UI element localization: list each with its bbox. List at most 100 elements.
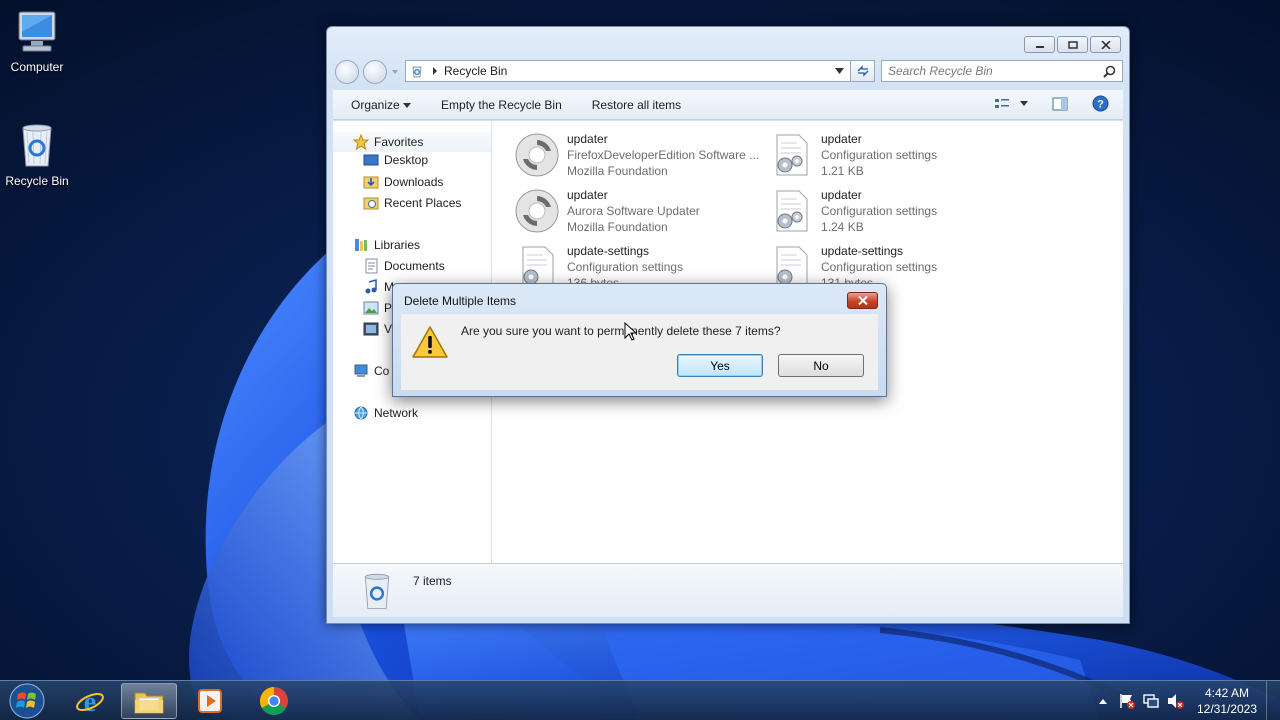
file-size: 1.21 KB bbox=[821, 164, 864, 178]
minimize-button[interactable] bbox=[1024, 36, 1055, 53]
desktop-icon bbox=[363, 154, 379, 166]
file-item[interactable]: updater Configuration settings 1.21 KB bbox=[767, 131, 1017, 185]
chevron-down-icon bbox=[403, 102, 412, 108]
recent-places-icon bbox=[363, 197, 379, 210]
taskbar-chrome[interactable] bbox=[246, 683, 302, 719]
dialog-close-button[interactable] bbox=[847, 292, 878, 309]
empty-recycle-bin-button[interactable]: Empty the Recycle Bin bbox=[441, 98, 562, 112]
help-icon[interactable]: ? bbox=[1092, 95, 1109, 112]
downloads-folder-icon bbox=[363, 176, 379, 189]
address-bar[interactable]: Recycle Bin bbox=[405, 60, 851, 82]
view-dropdown-icon[interactable] bbox=[1020, 100, 1028, 107]
mouse-cursor-icon bbox=[624, 322, 636, 341]
pictures-icon bbox=[363, 301, 379, 315]
file-type: Aurora Software Updater bbox=[567, 204, 700, 218]
file-size: 1.24 KB bbox=[821, 220, 864, 234]
close-icon bbox=[1100, 40, 1111, 49]
window-controls bbox=[1024, 36, 1121, 53]
libraries-icon bbox=[355, 239, 367, 251]
desktop-icon-recycle-bin[interactable]: Recycle Bin bbox=[0, 120, 77, 188]
nav-music[interactable]: M bbox=[363, 279, 394, 295]
show-desktop-button[interactable] bbox=[1266, 681, 1280, 720]
forward-button[interactable] bbox=[363, 60, 387, 84]
file-type: Configuration settings bbox=[821, 260, 938, 274]
taskbar-internet-explorer[interactable]: e bbox=[62, 683, 118, 719]
taskbar-clock[interactable]: 4:42 AM 12/31/2023 bbox=[1192, 685, 1262, 717]
start-button[interactable] bbox=[0, 683, 54, 719]
nav-libraries[interactable]: Libraries bbox=[353, 237, 420, 253]
computer-small-icon bbox=[354, 364, 368, 377]
music-icon bbox=[365, 279, 377, 294]
dialog-title: Delete Multiple Items bbox=[404, 294, 517, 308]
dialog-message: Are you sure you want to permanently del… bbox=[461, 324, 781, 338]
taskbar-media-player[interactable] bbox=[182, 683, 238, 719]
organize-menu[interactable]: Organize bbox=[351, 98, 412, 112]
file-item[interactable]: updater Configuration settings 1.24 KB bbox=[767, 187, 1017, 241]
desktop-icon-label: Recycle Bin bbox=[5, 174, 69, 188]
search-placeholder: Search Recycle Bin bbox=[888, 64, 993, 78]
folder-icon bbox=[134, 692, 164, 714]
desktop-icon-computer[interactable]: Computer bbox=[0, 10, 77, 74]
command-bar: Organize Empty the Recycle Bin Restore a… bbox=[333, 90, 1123, 120]
refresh-icon bbox=[857, 65, 868, 77]
nav-pictures[interactable]: P bbox=[363, 300, 392, 316]
clock-time: 4:42 AM bbox=[1204, 686, 1250, 700]
preview-pane-icon[interactable] bbox=[1052, 97, 1068, 111]
search-input[interactable]: Search Recycle Bin bbox=[881, 60, 1123, 82]
taskbar-windows-explorer[interactable] bbox=[121, 683, 177, 719]
clock-date: 12/31/2023 bbox=[1196, 702, 1258, 716]
star-icon bbox=[353, 134, 369, 150]
network-status-icon[interactable] bbox=[1142, 692, 1160, 710]
show-hidden-icons-icon[interactable] bbox=[1098, 697, 1108, 705]
nav-downloads[interactable]: Downloads bbox=[363, 174, 443, 190]
action-center-flag-icon[interactable] bbox=[1118, 692, 1136, 710]
file-name: update-settings bbox=[821, 244, 904, 258]
config-file-icon bbox=[776, 190, 808, 232]
close-button[interactable] bbox=[1090, 36, 1121, 53]
file-name: update-settings bbox=[567, 244, 650, 258]
file-company: Mozilla Foundation bbox=[567, 220, 668, 234]
network-icon bbox=[354, 406, 368, 420]
internet-explorer-icon: e bbox=[76, 687, 104, 716]
nav-label: Documents bbox=[384, 259, 445, 273]
no-button[interactable]: No bbox=[778, 354, 864, 377]
back-button[interactable] bbox=[335, 60, 359, 84]
videos-icon bbox=[363, 322, 379, 336]
nav-label: V bbox=[384, 322, 393, 336]
details-pane: 7 items bbox=[333, 563, 1123, 617]
nav-label: Downloads bbox=[384, 175, 444, 189]
nav-desktop[interactable]: Desktop bbox=[363, 153, 428, 167]
restore-all-items-button[interactable]: Restore all items bbox=[592, 98, 681, 112]
documents-icon bbox=[365, 258, 378, 274]
nav-network[interactable]: Network bbox=[353, 405, 418, 421]
updater-app-icon bbox=[515, 189, 559, 233]
search-icon bbox=[1103, 65, 1116, 78]
nav-recent-places[interactable]: Recent Places bbox=[363, 195, 461, 211]
navigation-bar: Recycle Bin Search Recycle Bin bbox=[335, 60, 1123, 84]
volume-muted-icon[interactable] bbox=[1166, 692, 1184, 710]
nav-label: P bbox=[384, 301, 393, 315]
nav-documents[interactable]: Documents bbox=[363, 258, 445, 274]
warning-icon bbox=[412, 326, 448, 358]
file-type: FirefoxDeveloperEdition Software ... bbox=[567, 148, 760, 162]
file-type: Configuration settings bbox=[821, 148, 938, 162]
recycle-bin-small-icon bbox=[412, 66, 422, 78]
address-dropdown-icon[interactable] bbox=[835, 68, 844, 74]
recent-pages-dropdown-icon[interactable] bbox=[391, 68, 399, 76]
desktop-icon-label: Computer bbox=[10, 60, 64, 74]
refresh-button[interactable] bbox=[851, 60, 875, 82]
file-item[interactable]: updater Aurora Software Updater Mozilla … bbox=[513, 187, 763, 241]
breadcrumb-chevron-icon[interactable] bbox=[432, 67, 438, 75]
nav-label: Recent Places bbox=[384, 196, 462, 210]
chrome-icon bbox=[260, 687, 288, 715]
nav-favorites[interactable]: Favorites bbox=[333, 132, 491, 152]
breadcrumb-recycle-bin[interactable]: Recycle Bin bbox=[444, 64, 507, 78]
file-item[interactable]: updater FirefoxDeveloperEdition Software… bbox=[513, 131, 763, 185]
maximize-button[interactable] bbox=[1057, 36, 1088, 53]
media-player-icon bbox=[198, 689, 222, 713]
yes-button[interactable]: Yes bbox=[677, 354, 763, 377]
delete-confirmation-dialog: Delete Multiple Items Are you sure you w… bbox=[392, 283, 887, 397]
change-view-icon[interactable] bbox=[994, 97, 1010, 111]
nav-videos[interactable]: V bbox=[363, 321, 392, 337]
nav-computer[interactable]: Co bbox=[353, 363, 389, 379]
